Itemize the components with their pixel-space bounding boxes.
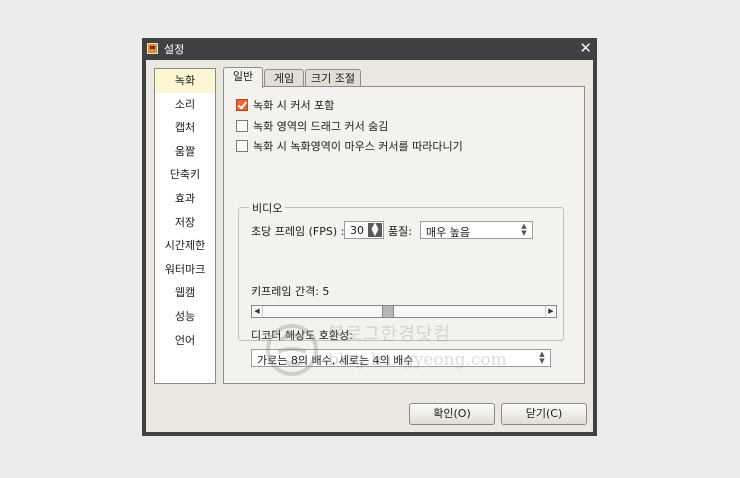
ok-button[interactable]: 확인(O) [409,403,495,425]
combo-arrows-icon: ▲ ▼ [521,222,527,237]
hide-drag-cursor-label: 녹화 영역의 드래그 커서 숨김 [253,120,389,133]
spin-up-down-icon[interactable]: ▲ ▼ [368,222,382,238]
tab-resize[interactable]: 크기 조절 [305,69,361,87]
sidebar-item-sound[interactable]: 소리 [155,93,215,117]
general-panel: 녹화 시 커서 포함 녹화 영역의 드래그 커서 숨김 녹화 시 녹화영역이 마… [223,86,585,384]
sidebar-item-webcam[interactable]: 웹캠 [155,281,215,305]
show-cursor-checkbox[interactable] [236,99,248,111]
dialog-body: 녹화 소리 캡처 움짤 단축키 효과 저장 시간제한 워터마크 웹캠 성능 언어… [146,60,593,432]
decoder-select[interactable]: 가로는 8의 배수, 세로는 4의 배수 ▲ ▼ [251,349,551,367]
sidebar-item-time-limit[interactable]: 시간제한 [155,234,215,258]
fps-label: 초당 프레임 (FPS) : [251,225,345,238]
settings-window: 설정 ✕ 녹화 소리 캡처 움짤 단축키 효과 저장 시간제한 워터마크 웹캠 … [142,38,597,436]
video-group-title: 비디오 [249,200,286,216]
combo-arrows-icon: ▲ ▼ [539,350,545,365]
follow-cursor-label: 녹화 시 녹화영역이 마우스 커서를 따라다니기 [253,140,463,153]
decoder-value: 가로는 8의 배수, 세로는 4의 배수 [257,354,414,367]
tab-game[interactable]: 게임 [264,69,304,87]
close-button[interactable]: 닫기(C) [501,403,587,425]
sidebar-item-watermark[interactable]: 워터마크 [155,258,215,282]
window-title: 설정 [164,43,185,56]
fps-spinner[interactable]: 30 ▲ ▼ [344,221,384,239]
follow-cursor-option[interactable]: 녹화 시 녹화영역이 마우스 커서를 따라다니기 [236,139,463,153]
follow-cursor-checkbox[interactable] [236,140,248,152]
hide-drag-cursor-option[interactable]: 녹화 영역의 드래그 커서 숨김 [236,119,388,133]
keyframe-label: 키프레임 간격: 5 [251,285,330,298]
decoder-label: 디코더 해상도 호환성: [251,329,353,342]
hide-drag-cursor-checkbox[interactable] [236,120,248,132]
fps-value: 30 [350,224,364,237]
sidebar-item-language[interactable]: 언어 [155,329,215,353]
sidebar-item-hotkeys[interactable]: 단축키 [155,163,215,187]
quality-label: 품질: [388,225,412,238]
category-list: 녹화 소리 캡처 움짤 단축키 효과 저장 시간제한 워터마크 웹캠 성능 언어 [154,68,216,384]
show-cursor-option[interactable]: 녹화 시 커서 포함 [236,98,334,112]
slider-left-icon[interactable]: ◀ [252,306,263,317]
sidebar-item-save[interactable]: 저장 [155,211,215,235]
sidebar-item-gif[interactable]: 움짤 [155,140,215,164]
sidebar-item-performance[interactable]: 성능 [155,305,215,329]
app-icon [147,43,158,54]
quality-value: 매우 높음 [426,226,470,239]
slider-right-icon[interactable]: ▶ [545,306,556,317]
sidebar-item-capture[interactable]: 캡처 [155,116,215,140]
slider-thumb[interactable] [382,306,394,317]
close-icon[interactable]: ✕ [579,38,592,58]
quality-select[interactable]: 매우 높음 ▲ ▼ [420,221,533,239]
sidebar-item-record[interactable]: 녹화 [155,69,215,93]
title-bar[interactable]: 설정 ✕ [142,38,597,60]
show-cursor-label: 녹화 시 커서 포함 [253,99,335,112]
tab-general[interactable]: 일반 [223,67,263,88]
sidebar-item-effects[interactable]: 효과 [155,187,215,211]
keyframe-slider[interactable]: ◀ ▶ [251,305,557,318]
